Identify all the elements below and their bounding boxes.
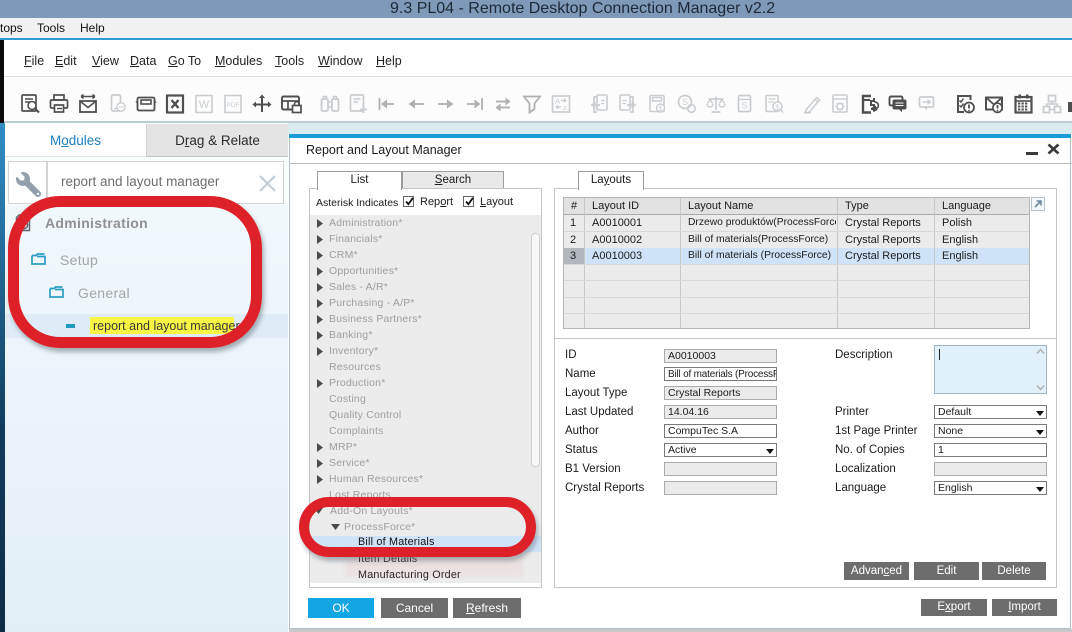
svg-text:$: $	[659, 106, 663, 113]
svg-text:W: W	[199, 99, 210, 111]
svg-text:PDF: PDF	[227, 102, 240, 109]
svg-text:S: S	[741, 101, 747, 111]
svg-text:z: z	[563, 103, 567, 112]
svg-text:A: A	[555, 97, 560, 106]
svg-text:S: S	[682, 97, 688, 107]
